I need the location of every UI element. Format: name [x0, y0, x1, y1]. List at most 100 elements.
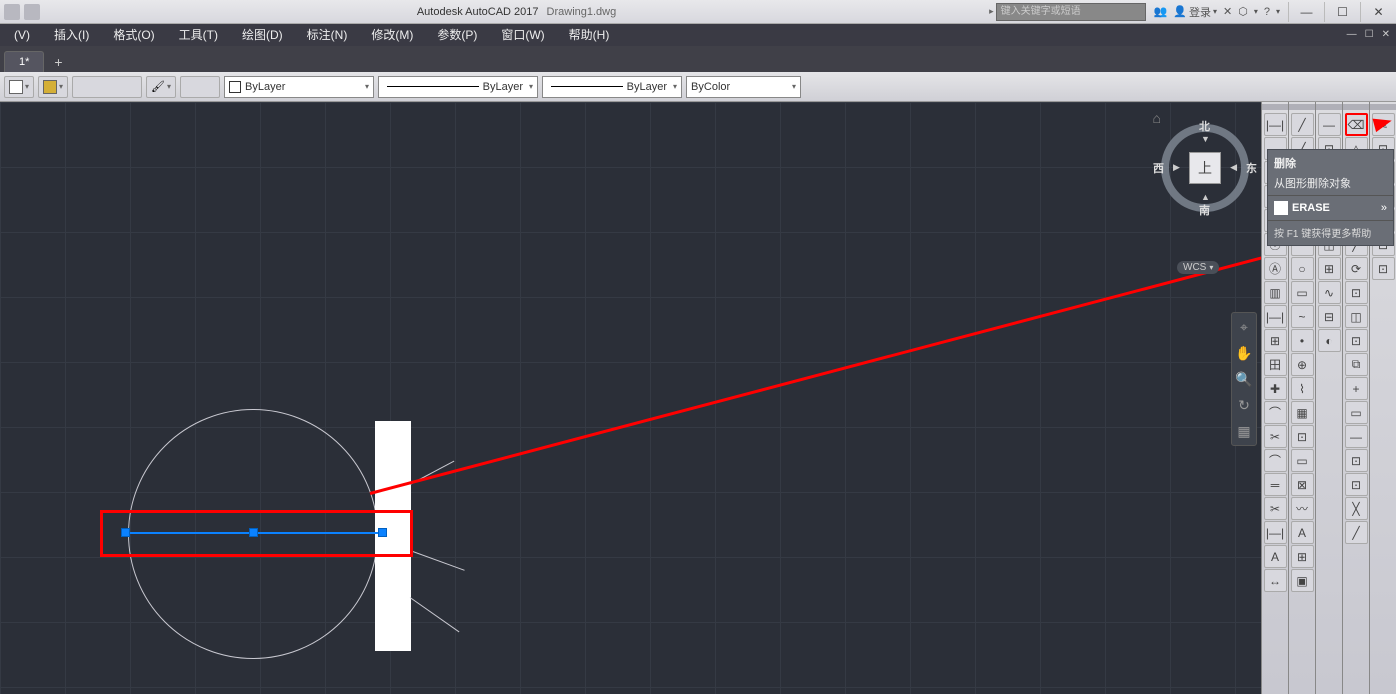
orbit-icon[interactable]: ↻ [1234, 395, 1254, 415]
showmotion-icon[interactable]: ▦ [1234, 421, 1254, 441]
menu-item[interactable]: 修改(M) [359, 24, 425, 46]
tool-button[interactable]: ⊡ [1345, 473, 1368, 496]
compass-east[interactable]: 东 [1246, 160, 1257, 176]
doc-close-button[interactable]: ✕ [1378, 24, 1394, 46]
exchange-icon[interactable]: ✕ [1223, 5, 1232, 18]
qat-btn[interactable] [4, 4, 20, 20]
tool-button[interactable]: ▭ [1345, 401, 1368, 424]
tool-button[interactable]: ⊡ [1372, 257, 1395, 280]
tool-button[interactable]: ⊡ [1345, 281, 1368, 304]
tool-button[interactable]: ⟳ [1345, 257, 1368, 280]
tool-button[interactable]: ═ [1264, 473, 1287, 496]
tool-button[interactable]: + [1345, 377, 1368, 400]
tool-button[interactable]: ~ [1291, 305, 1314, 328]
chevron-down-icon[interactable]: ▾ [1276, 7, 1280, 16]
tool-button[interactable]: ◐ [1318, 329, 1341, 352]
viewcube-top-face[interactable]: 上 [1189, 152, 1221, 184]
color-combo[interactable]: ByLayer ▾ [224, 76, 374, 98]
tool-button[interactable]: ∿ [1318, 281, 1341, 304]
help-icon[interactable]: ? [1264, 6, 1270, 18]
tool-button[interactable]: ⊡ [1345, 329, 1368, 352]
tool-button[interactable]: A [1291, 521, 1314, 544]
tool-button[interactable]: ╳ [1345, 497, 1368, 520]
tool-button[interactable]: ⌒ [1264, 449, 1287, 472]
layer-control-icon[interactable]: ▾ [38, 76, 68, 98]
search-input[interactable]: 键入关键字或短语 [996, 3, 1146, 21]
compass-south[interactable]: 南 [1199, 202, 1210, 218]
tool-button[interactable]: ↔ [1264, 569, 1287, 592]
tool-button[interactable]: ⊞ [1264, 329, 1287, 352]
compass-west[interactable]: 西 [1153, 160, 1164, 176]
menu-item[interactable]: 格式(O) [101, 24, 166, 46]
infocenter-icon[interactable]: 👥 [1154, 5, 1168, 18]
drawing-area[interactable]: ⌂ 北 ▼ 南 ▲ 西 ▶ 东 ◀ 上 ↻ WCS ▾ ⌖ ✋ 🔍 ↻ ▦ [0, 102, 1261, 694]
qat-btn[interactable] [24, 4, 40, 20]
menu-item[interactable]: (V) [2, 24, 42, 46]
tool-button[interactable]: ⊠ [1291, 473, 1314, 496]
menu-item[interactable]: 参数(P) [425, 24, 489, 46]
tool-button[interactable]: ⧉ [1345, 353, 1368, 376]
toolbar-group[interactable] [180, 76, 220, 98]
tool-button[interactable]: ⊞ [1291, 545, 1314, 568]
viewcube[interactable]: 北 ▼ 南 ▲ 西 ▶ 东 ◀ 上 ↻ [1161, 124, 1249, 212]
wcs-menu[interactable]: WCS ▾ [1177, 261, 1219, 274]
tool-button[interactable]: ⌒ [1264, 401, 1287, 424]
menu-item[interactable]: 标注(N) [295, 24, 360, 46]
steering-wheel-icon[interactable]: ⌖ [1234, 317, 1254, 337]
tool-button[interactable]: ▭ [1291, 449, 1314, 472]
add-tab-button[interactable]: + [46, 52, 70, 72]
plotstyle-combo[interactable]: ByColor ▾ [686, 76, 801, 98]
menu-item[interactable]: 窗口(W) [489, 24, 556, 46]
grip-midpoint[interactable] [249, 528, 258, 537]
grip-endpoint[interactable] [378, 528, 387, 537]
tool-button[interactable]: ✂ [1264, 425, 1287, 448]
tool-button[interactable]: ▦ [1291, 401, 1314, 424]
tool-button[interactable]: ◫ [1345, 305, 1368, 328]
tool-button[interactable]: ○ [1291, 257, 1314, 280]
tool-button[interactable]: A [1264, 545, 1287, 568]
tool-button[interactable]: Ⓐ [1264, 257, 1287, 280]
tool-button[interactable]: |—| [1264, 305, 1287, 328]
tool-button[interactable]: 田 [1264, 353, 1287, 376]
minimize-button[interactable]: — [1288, 2, 1324, 22]
tool-button[interactable]: ╱ [1291, 113, 1314, 136]
tool-button[interactable]: — [1318, 113, 1341, 136]
tool-button[interactable]: ⌇ [1291, 377, 1314, 400]
tool-button[interactable]: 〰 [1291, 497, 1314, 520]
compass-north[interactable]: 北 [1199, 118, 1210, 134]
tool-button[interactable]: ╱ [1345, 521, 1368, 544]
tool-button[interactable]: |—| [1264, 521, 1287, 544]
tool-button[interactable]: ▣ [1291, 569, 1314, 592]
menu-item[interactable]: 插入(I) [42, 24, 101, 46]
login-button[interactable]: 👤 登录 ▾ [1173, 4, 1217, 20]
pan-icon[interactable]: ✋ [1234, 343, 1254, 363]
tool-button[interactable]: ⊕ [1291, 353, 1314, 376]
a360-icon[interactable]: ⬡ [1238, 5, 1248, 18]
tool-button[interactable]: ⊞ [1318, 257, 1341, 280]
viewcube-home-icon[interactable]: ⌂ [1153, 110, 1161, 126]
tool-button[interactable]: ⊟ [1318, 305, 1341, 328]
tool-button[interactable]: ⊡ [1345, 449, 1368, 472]
maximize-button[interactable]: ☐ [1324, 2, 1360, 22]
menu-item[interactable]: 绘图(D) [230, 24, 295, 46]
chevron-down-icon[interactable]: ▾ [1254, 7, 1258, 16]
lineweight-combo[interactable]: ByLayer ▾ [542, 76, 682, 98]
doc-restore-button[interactable]: ☐ [1361, 24, 1378, 46]
tool-button[interactable]: |—| [1264, 113, 1287, 136]
tool-button[interactable]: ▥ [1264, 281, 1287, 304]
file-tab[interactable]: 1* [4, 51, 44, 72]
tool-button[interactable]: ▭ [1291, 281, 1314, 304]
close-button[interactable]: ✕ [1360, 2, 1396, 22]
menu-item[interactable]: 帮助(H) [557, 24, 622, 46]
tool-button[interactable]: — [1345, 425, 1368, 448]
tool-button[interactable]: ✚ [1264, 377, 1287, 400]
match-properties[interactable]: 🖌▾ [146, 76, 176, 98]
erase-button[interactable]: ⌫ [1345, 113, 1368, 136]
grip-endpoint[interactable] [121, 528, 130, 537]
zoom-icon[interactable]: 🔍 [1234, 369, 1254, 389]
layer-tools[interactable] [72, 76, 142, 98]
tool-button[interactable]: ⊡ [1291, 425, 1314, 448]
color-control[interactable]: ▾ [4, 76, 34, 98]
menu-item[interactable]: 工具(T) [167, 24, 230, 46]
linetype-combo[interactable]: ByLayer ▾ [378, 76, 538, 98]
